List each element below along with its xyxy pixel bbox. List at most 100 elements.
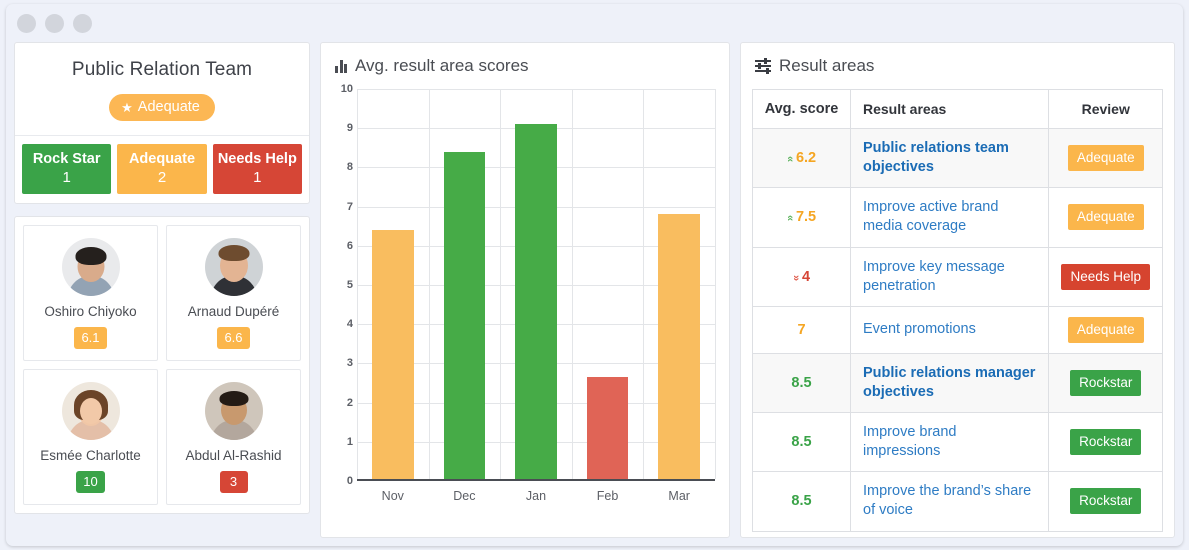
member-card[interactable]: Arnaud Dupéré 6.6 <box>166 225 301 361</box>
team-status-label: Adequate <box>138 100 200 115</box>
review-badge[interactable]: Adequate <box>1068 204 1144 230</box>
stat-adequate[interactable]: Adequate 2 <box>117 144 206 195</box>
team-status-badge[interactable]: ★ Adequate <box>109 94 215 121</box>
member-card[interactable]: Esmée Charlotte 10 <box>23 369 158 505</box>
bar-jan[interactable] <box>515 124 557 479</box>
y-tick-label: 10 <box>341 83 353 95</box>
avg-score-value: 8.5 <box>791 493 811 509</box>
chart-plot-area <box>357 89 715 481</box>
bar-cell <box>500 89 572 479</box>
table-row[interactable]: «6.2 Public relations team objectives Adeq… <box>753 129 1163 188</box>
review-badge[interactable]: Needs Help <box>1061 264 1150 290</box>
y-tick-label: 7 <box>347 201 353 213</box>
avg-score-value: 7.5 <box>796 209 816 225</box>
avatar <box>205 382 263 440</box>
column-header-result-areas[interactable]: Result areas <box>851 90 1049 129</box>
cell-avg-score: 8.5 <box>753 413 851 472</box>
result-area-link[interactable]: Improve key message penetration <box>863 258 1036 296</box>
y-tick-label: 2 <box>347 397 353 409</box>
gridline-vertical <box>715 89 716 479</box>
result-area-link[interactable]: Public relations team objectives <box>863 139 1036 177</box>
column-header-avg-score[interactable]: Avg. score <box>753 90 851 129</box>
result-areas-table: Avg. score Result areas Review «6.2 Publi… <box>752 89 1163 532</box>
table-row[interactable]: 7Event promotionsAdequate <box>753 306 1163 353</box>
stat-rock-star[interactable]: Rock Star 1 <box>22 144 111 195</box>
member-score: 10 <box>76 471 104 493</box>
y-tick-label: 0 <box>347 475 353 487</box>
chart-panel-header: Avg. result area scores <box>321 43 729 85</box>
star-icon: ★ <box>121 101 133 114</box>
team-summary-card: Public Relation Team ★ Adequate Rock Sta… <box>14 42 310 204</box>
avatar <box>205 238 263 296</box>
cell-avg-score: 8.5 <box>753 353 851 412</box>
bar-dec[interactable] <box>444 152 486 479</box>
cell-review: Adequate <box>1049 188 1163 247</box>
chart-bars <box>357 89 715 479</box>
cell-result-area: Improve key message penetration <box>851 247 1049 306</box>
cell-avg-score: «6.2 <box>753 129 851 188</box>
bar-nov[interactable] <box>372 230 414 479</box>
bar-chart-icon <box>335 59 347 73</box>
member-card[interactable]: Oshiro Chiyoko 6.1 <box>23 225 158 361</box>
result-area-link[interactable]: Improve brand impressions <box>863 423 1036 461</box>
bar-cell <box>357 89 429 479</box>
team-column: Public Relation Team ★ Adequate Rock Sta… <box>14 42 310 538</box>
window-titlebar <box>6 4 1183 42</box>
stat-needs-help[interactable]: Needs Help 1 <box>213 144 302 195</box>
avg-score-value: 4 <box>802 269 810 285</box>
result-area-link[interactable]: Event promotions <box>863 320 1036 339</box>
member-card[interactable]: Abdul Al-Rashid 3 <box>166 369 301 505</box>
stat-needs-help-label: Needs Help <box>215 151 300 168</box>
result-area-link[interactable]: Improve active brand media coverage <box>863 198 1036 236</box>
review-badge[interactable]: Rockstar <box>1070 370 1141 396</box>
window-maximize-dot[interactable] <box>73 14 92 33</box>
column-header-review[interactable]: Review <box>1049 90 1163 129</box>
table-row[interactable]: 8.5 Improve the brand’s share of voice Roc… <box>753 472 1163 531</box>
table-row[interactable]: «7.5Improve active brand media coverageA… <box>753 188 1163 247</box>
y-tick-label: 6 <box>347 240 353 252</box>
result-areas-title: Result areas <box>779 56 874 76</box>
browser-window: Public Relation Team ★ Adequate Rock Sta… <box>6 4 1183 546</box>
team-members-card: Oshiro Chiyoko 6.1 Arnaud Dupéré 6.6 <box>14 216 310 514</box>
review-badge[interactable]: Adequate <box>1068 317 1144 343</box>
table-body: «6.2 Public relations team objectives Adeq… <box>753 129 1163 532</box>
page-content: Public Relation Team ★ Adequate Rock Sta… <box>6 42 1183 546</box>
window-close-dot[interactable] <box>17 14 36 33</box>
bar-feb[interactable] <box>587 377 629 479</box>
cell-result-area: Improve the brand’s share of voice <box>851 472 1049 531</box>
y-tick-label: 8 <box>347 161 353 173</box>
result-area-link[interactable]: Public relations manager objectives <box>863 364 1036 402</box>
result-area-link[interactable]: Improve the brand’s share of voice <box>863 482 1036 520</box>
chart-x-axis: NovDecJanFebMar <box>357 489 715 503</box>
table-row[interactable]: 8.5 Public relations manager objectives Ro… <box>753 353 1163 412</box>
x-tick-label: Mar <box>643 489 715 503</box>
x-tick-label: Feb <box>572 489 644 503</box>
y-tick-label: 1 <box>347 436 353 448</box>
cell-result-area: Public relations team objectives <box>851 129 1049 188</box>
table-row[interactable]: 8.5 Improve brand impressions Rockstar <box>753 413 1163 472</box>
stat-rock-star-value: 1 <box>24 169 109 186</box>
cell-result-area: Event promotions <box>851 306 1049 353</box>
chart-y-axis: 012345678910 <box>329 89 353 481</box>
cell-review: Adequate <box>1049 306 1163 353</box>
review-badge[interactable]: Adequate <box>1068 145 1144 171</box>
member-score: 3 <box>220 471 248 493</box>
x-tick-label: Dec <box>429 489 501 503</box>
table-row[interactable]: »4 Improve key message penetration Needs H… <box>753 247 1163 306</box>
review-badge[interactable]: Rockstar <box>1070 429 1141 455</box>
x-tick-label: Jan <box>500 489 572 503</box>
bar-mar[interactable] <box>658 214 700 479</box>
avatar <box>62 238 120 296</box>
avatar <box>62 382 120 440</box>
x-tick-label: Nov <box>357 489 429 503</box>
bar-cell <box>429 89 501 479</box>
window-minimize-dot[interactable] <box>45 14 64 33</box>
stat-adequate-label: Adequate <box>119 151 204 168</box>
stat-needs-help-value: 1 <box>215 169 300 186</box>
stat-rock-star-label: Rock Star <box>24 151 109 168</box>
team-header: Public Relation Team ★ Adequate <box>15 43 309 136</box>
member-name: Arnaud Dupéré <box>173 304 294 319</box>
review-badge[interactable]: Rockstar <box>1070 488 1141 514</box>
cell-review: Rockstar <box>1049 353 1163 412</box>
trend-down-icon: » <box>790 275 802 281</box>
